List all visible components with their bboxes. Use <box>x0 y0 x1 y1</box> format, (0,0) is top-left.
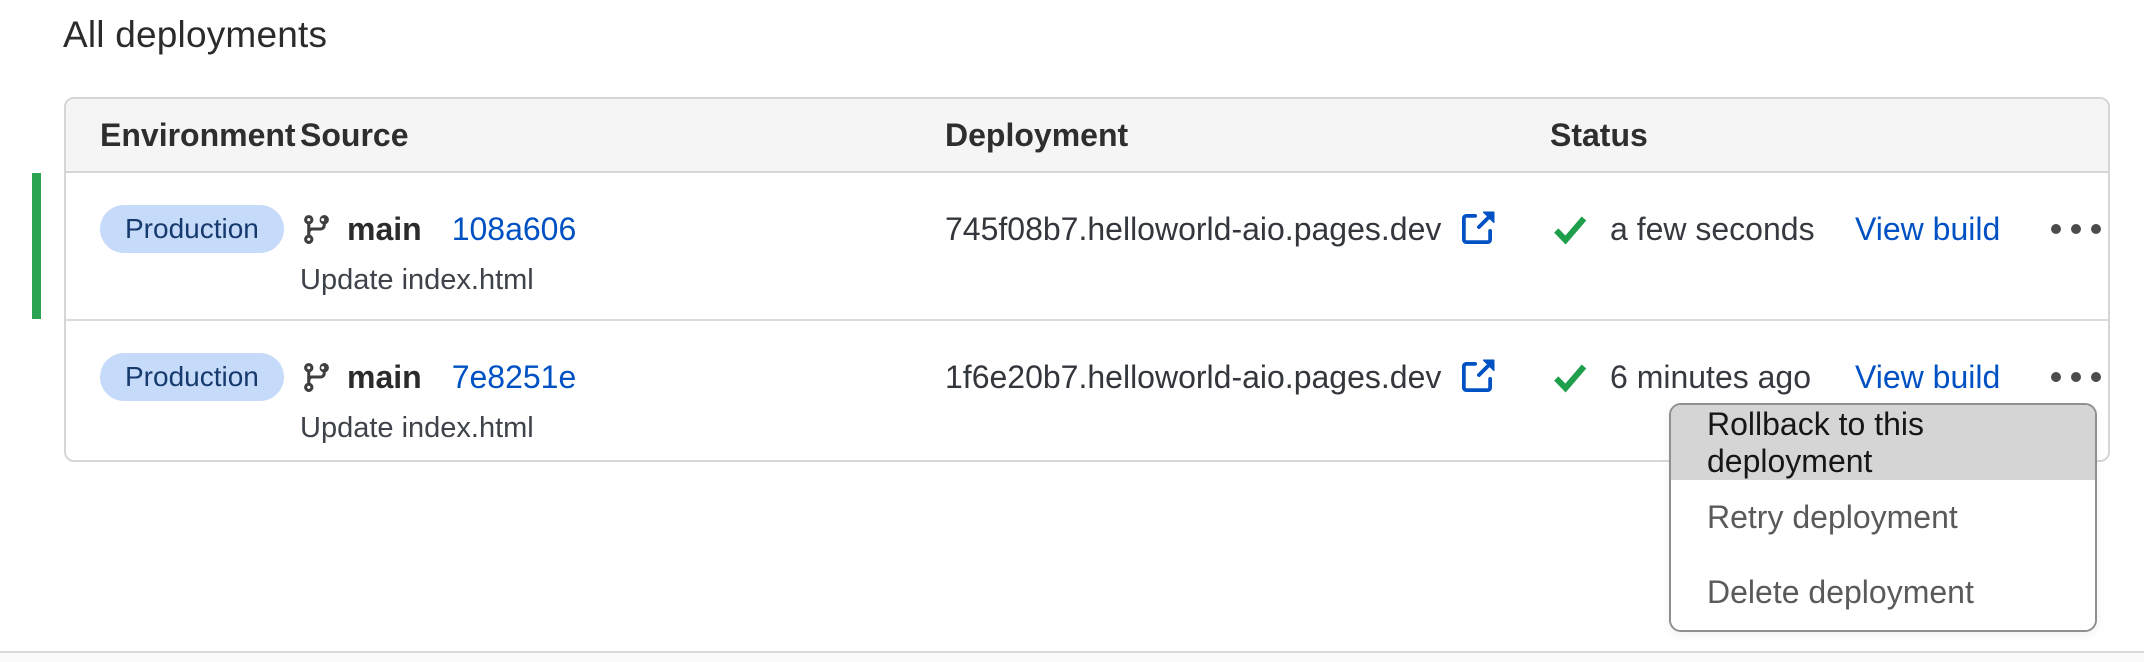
table-header-row: Environment Source Deployment Status <box>66 99 2108 173</box>
commit-link[interactable]: 108a606 <box>452 211 577 248</box>
deployment-url: 745f08b7.helloworld-aio.pages.dev <box>945 211 1441 248</box>
ellipsis-menu-icon <box>2051 224 2061 234</box>
column-header-deployment: Deployment <box>945 117 1550 154</box>
branch-name: main <box>347 211 422 248</box>
environment-badge: Production <box>100 353 284 401</box>
git-branch-icon <box>300 361 333 394</box>
environment-badge: Production <box>100 205 284 253</box>
branch-name: main <box>347 359 422 396</box>
table-row: Production main 108a606 Update index.htm… <box>66 173 2108 319</box>
column-header-environment: Environment <box>100 117 300 154</box>
view-build-link[interactable]: View build <box>1855 211 2000 248</box>
view-build-link[interactable]: View build <box>1855 359 2000 396</box>
success-check-icon <box>1550 209 1590 249</box>
column-header-status: Status <box>1550 117 1855 154</box>
git-branch-icon <box>300 213 333 246</box>
external-link-icon[interactable] <box>1457 357 1497 397</box>
row-actions-menu-button[interactable] <box>2045 212 2107 246</box>
menu-item-delete[interactable]: Delete deployment <box>1671 555 2095 630</box>
success-check-icon <box>1550 357 1590 397</box>
commit-message: Update index.html <box>300 264 945 297</box>
ellipsis-menu-icon <box>2051 372 2061 382</box>
commit-link[interactable]: 7e8251e <box>452 359 577 396</box>
page-bottom-band <box>0 653 2144 662</box>
row-actions-menu-button[interactable] <box>2045 360 2107 394</box>
commit-message: Update index.html <box>300 412 945 445</box>
page-title: All deployments <box>63 14 327 56</box>
status-time: 6 minutes ago <box>1610 359 1811 396</box>
menu-item-rollback[interactable]: Rollback to this deployment <box>1671 405 2095 480</box>
current-deployment-indicator <box>32 173 41 319</box>
external-link-icon[interactable] <box>1457 209 1497 249</box>
menu-item-retry[interactable]: Retry deployment <box>1671 480 2095 555</box>
deployment-url: 1f6e20b7.helloworld-aio.pages.dev <box>945 359 1441 396</box>
deployment-actions-menu: Rollback to this deployment Retry deploy… <box>1669 403 2097 632</box>
status-time: a few seconds <box>1610 211 1815 248</box>
column-header-source: Source <box>300 117 945 154</box>
